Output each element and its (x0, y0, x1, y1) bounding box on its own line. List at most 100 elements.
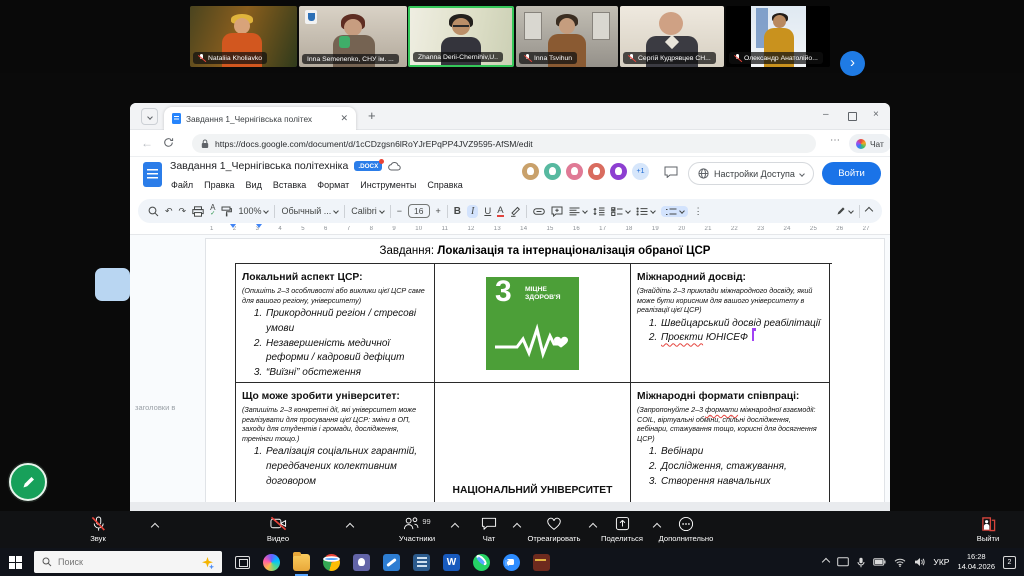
zoom-select[interactable]: 100% (238, 206, 268, 216)
react-button[interactable]: Отреагировать (522, 516, 586, 543)
indent-marker[interactable] (256, 224, 262, 231)
share-button[interactable]: Поделиться (594, 516, 650, 543)
avatar-overflow-badge[interactable]: +1 (632, 163, 649, 180)
cell-university-name[interactable]: НАЦІОНАЛЬНИЙ УНІВЕРСИТЕТ (435, 383, 631, 511)
browser-minimize-button[interactable]: – (823, 109, 829, 120)
task-view-icon[interactable] (235, 556, 250, 569)
avatar[interactable] (610, 163, 627, 180)
align-select[interactable] (569, 207, 587, 216)
ruler[interactable]: 1 2 3 4 5 6 7 8 9 10 11 12 13 14 15 16 1… (130, 223, 890, 235)
next-participants-arrow[interactable]: › (840, 51, 865, 76)
tab-close-icon[interactable]: ✕ (340, 113, 348, 124)
document-title[interactable]: Завдання 1_Чернігівська політехніка (170, 160, 348, 172)
bullet-list-select[interactable] (636, 207, 655, 216)
highlight-pen-icon[interactable] (510, 206, 520, 217)
paint-format-icon[interactable] (221, 206, 232, 217)
menu-format[interactable]: Формат (317, 180, 349, 190)
back-icon[interactable]: ← (141, 136, 153, 150)
url-field[interactable]: https://docs.google.com/document/d/1cCDz… (192, 134, 816, 153)
menu-file[interactable]: Файл (171, 180, 193, 190)
font-size-decrease[interactable]: − (397, 206, 402, 216)
taskbar-app-chrome[interactable] (323, 554, 340, 571)
document-page[interactable]: Завдання: Локалізація та інтернаціоналіз… (205, 238, 885, 511)
audio-button[interactable]: Звук (72, 516, 124, 543)
video-tile[interactable]: Nataliia Kholiavko (190, 6, 297, 67)
video-tile[interactable]: Сергій Кудрявцев СН... (620, 6, 724, 67)
reload-icon[interactable] (163, 137, 174, 148)
add-comment-icon[interactable] (551, 206, 563, 217)
video-tile[interactable]: Inna Tsvihun (516, 6, 618, 67)
taskbar-app-whatsapp[interactable] (473, 554, 490, 571)
tray-expand-icon[interactable] (822, 558, 830, 566)
comments-icon[interactable] (664, 166, 678, 178)
underline-button[interactable]: U (484, 206, 491, 217)
browser-menu-icon[interactable]: ⋯ (830, 135, 841, 146)
browser-tab[interactable]: Завдання 1_Чернігівська політех ✕ (164, 107, 356, 130)
participants-button[interactable]: 99 Участники (382, 516, 452, 543)
checklist-select[interactable] (611, 207, 630, 216)
avatar[interactable] (544, 163, 561, 180)
taskbar-clock[interactable]: 16:28 14.04.2026 (957, 552, 995, 572)
browser-chat-button[interactable]: Чат (849, 134, 890, 153)
chat-options-chevron[interactable] (513, 523, 521, 531)
share-settings-button[interactable]: Настройки Доступа (688, 162, 814, 185)
taskbar-app-explorer[interactable] (293, 554, 310, 571)
menu-edit[interactable]: Правка (204, 180, 234, 190)
video-tile[interactable]: Олександр Анатолійо... (726, 6, 830, 67)
menu-view[interactable]: Вид (246, 180, 262, 190)
annotation-fab[interactable] (9, 463, 47, 501)
sign-in-button[interactable]: Войти (822, 162, 881, 185)
avatar[interactable] (588, 163, 605, 180)
cell-cooperation-formats[interactable]: Міжнародні формати співпраці: (Запропону… (631, 383, 830, 511)
search-icon[interactable] (148, 206, 159, 217)
notification-center-icon[interactable]: 2 (1003, 556, 1016, 569)
cell-university-actions[interactable]: Що може зробити університет: (Запишіть 2… (236, 383, 435, 511)
cell-sdg[interactable]: 3 МІЦНЕ ЗДОРОВ'Я (435, 264, 631, 383)
italic-button-active[interactable]: I (467, 205, 478, 218)
leave-button[interactable]: Выйти (962, 516, 1014, 543)
taskbar-search[interactable] (34, 551, 222, 573)
text-color-button[interactable]: A (497, 206, 503, 217)
video-button[interactable]: Видео (252, 516, 304, 543)
link-icon[interactable] (533, 208, 545, 215)
avatar[interactable] (566, 163, 583, 180)
line-spacing-icon[interactable] (593, 207, 605, 216)
numbered-list-select-active[interactable] (661, 206, 688, 217)
tablet-icon[interactable] (837, 557, 849, 567)
redo-icon[interactable]: ↷ (179, 206, 187, 217)
google-docs-icon[interactable] (143, 162, 162, 187)
more-button[interactable]: Дополнительно (648, 516, 724, 543)
tab-search-icon[interactable] (141, 108, 158, 125)
print-icon[interactable] (192, 206, 204, 217)
language-indicator[interactable]: УКР (933, 557, 949, 567)
taskbar-app-copilot[interactable] (263, 554, 280, 571)
undo-icon[interactable]: ↶ (165, 206, 173, 217)
volume-icon[interactable] (914, 557, 925, 567)
font-size-field[interactable]: 16 (408, 204, 429, 218)
menu-help[interactable]: Справка (427, 180, 462, 190)
cell-local-aspect[interactable]: Локальний аспект ЦСР: (Опишіть 2–3 особл… (236, 264, 435, 383)
chat-button[interactable]: Чат (466, 516, 512, 543)
avatar[interactable] (522, 163, 539, 180)
browser-maximize-button[interactable] (848, 112, 857, 121)
taskbar-app-anydesk[interactable] (383, 554, 400, 571)
editing-mode-select[interactable] (836, 206, 853, 216)
cell-international-experience[interactable]: Міжнародний досвід: (Знайдіть 2–3 прикла… (631, 264, 830, 383)
video-tile[interactable]: Inna Semenenko, СНУ ім. ... (299, 6, 407, 67)
start-button[interactable] (9, 556, 22, 569)
mic-icon[interactable] (857, 557, 865, 568)
wifi-icon[interactable] (894, 558, 906, 567)
more-toolbar-icon[interactable]: ⋮ (694, 206, 703, 217)
new-tab-button[interactable]: + (368, 108, 376, 123)
menu-tools[interactable]: Инструменты (360, 180, 416, 190)
taskbar-app-people[interactable] (353, 554, 370, 571)
font-size-increase[interactable]: + (436, 206, 441, 216)
bold-button[interactable]: B (454, 206, 461, 217)
collapse-toolbar-icon[interactable] (865, 207, 873, 215)
spellcheck-icon[interactable]: A✓ (210, 204, 215, 218)
taskbar-app-word[interactable]: W (443, 554, 460, 571)
audio-options-chevron[interactable] (151, 523, 159, 531)
font-select[interactable]: Calibri (351, 206, 384, 216)
taskbar-app-photos[interactable] (533, 554, 550, 571)
taskbar-app-zoom[interactable] (503, 554, 520, 571)
